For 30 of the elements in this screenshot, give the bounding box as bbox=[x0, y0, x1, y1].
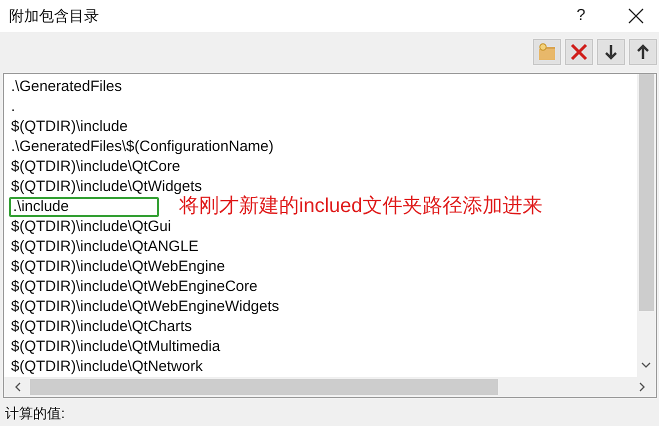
scroll-right-icon[interactable] bbox=[638, 382, 646, 392]
list-item[interactable]: $(QTDIR)\include\QtWebEngine bbox=[11, 258, 225, 275]
list-item[interactable]: .\GeneratedFiles\$(ConfigurationName) bbox=[11, 138, 274, 155]
scroll-left-icon[interactable] bbox=[14, 382, 22, 392]
vertical-scrollbar[interactable] bbox=[637, 74, 656, 377]
list-item[interactable]: $(QTDIR)\include\QtNetwork bbox=[11, 358, 203, 375]
list-item[interactable]: $(QTDIR)\include\QtWebEngineWidgets bbox=[11, 298, 280, 315]
up-arrow-button[interactable] bbox=[629, 39, 657, 65]
annotation-text: 将刚才新建的inclued文件夹路径添加进来 bbox=[179, 194, 542, 219]
down-arrow-button[interactable] bbox=[597, 39, 625, 65]
scroll-down-icon[interactable] bbox=[641, 361, 651, 369]
list-item[interactable]: $(QTDIR)\include\QtMultimedia bbox=[11, 338, 220, 355]
list-item[interactable]: $(QTDIR)\include\QtWebEngineCore bbox=[11, 278, 258, 295]
list-item[interactable]: $(QTDIR)\include\QtCharts bbox=[11, 318, 192, 335]
computed-value-label: 计算的值: bbox=[4, 404, 66, 422]
edit-field[interactable]: .\include bbox=[9, 197, 159, 217]
list-item[interactable]: .\GeneratedFiles bbox=[11, 78, 122, 95]
list-item[interactable]: $(QTDIR)\include\QtANGLE bbox=[11, 238, 199, 255]
window-title: 附加包含目录 bbox=[9, 6, 99, 26]
list-item[interactable]: $(QTDIR)\include\QtGui bbox=[11, 218, 172, 235]
list-item[interactable]: $(QTDIR)\include\QtWidgets bbox=[11, 178, 202, 195]
list-item[interactable]: $(QTDIR)\include\QtCore bbox=[11, 158, 180, 175]
new-folder-icon bbox=[537, 42, 557, 62]
list-item[interactable]: $(QTDIR)\include bbox=[11, 118, 128, 135]
close-icon bbox=[628, 8, 644, 24]
delete-button[interactable] bbox=[565, 39, 593, 65]
delete-icon bbox=[569, 42, 589, 62]
list-item[interactable]: . bbox=[11, 98, 16, 115]
horizontal-scrollbar[interactable] bbox=[4, 377, 656, 397]
help-button[interactable]: ? bbox=[561, 0, 601, 32]
